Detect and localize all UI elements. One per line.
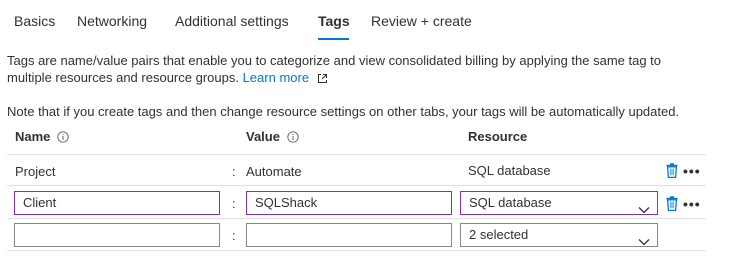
tags-description: Tags are name/value pairs that enable yo…: [7, 52, 697, 88]
delete-row-1-trash-icon[interactable]: [666, 196, 678, 216]
row-1-more-options-icon[interactable]: •••: [683, 197, 701, 211]
tags-page: Basics Networking Additional settings Ta…: [0, 0, 729, 268]
tab-additional-settings[interactable]: Additional settings: [175, 13, 289, 29]
row-0-more-options-icon[interactable]: •••: [683, 164, 701, 178]
row-1-resource-value: SQL database: [469, 195, 552, 210]
tab-bar: Basics Networking Additional settings Ta…: [0, 0, 729, 44]
row-1-name-input[interactable]: Client: [14, 191, 220, 215]
row-2-resource-select[interactable]: 2 selected: [460, 223, 658, 247]
row-1-divider: [7, 218, 706, 219]
learn-more-link[interactable]: Learn more: [243, 70, 309, 85]
header-divider: [7, 154, 706, 155]
row-1-separator: :: [232, 196, 236, 211]
tab-tags[interactable]: Tags: [318, 13, 350, 29]
external-link-icon[interactable]: [317, 71, 328, 88]
delete-row-0-trash-icon[interactable]: [666, 163, 678, 183]
row-2-value-input[interactable]: [246, 223, 452, 247]
column-header-resource: Resource: [468, 129, 528, 144]
column-header-name-label: Name: [15, 129, 51, 144]
active-tab-indicator: [318, 38, 349, 40]
row-2-separator: :: [232, 228, 236, 243]
description-text: Tags are name/value pairs that enable yo…: [7, 53, 662, 85]
info-icon[interactable]: [286, 131, 299, 146]
row-1-name-value: Client: [23, 195, 57, 210]
info-icon[interactable]: [57, 131, 69, 146]
row-2-name-input[interactable]: [14, 223, 220, 247]
row-1-value-text: SQLShack: [255, 195, 318, 210]
tab-review-create[interactable]: Review + create: [371, 13, 472, 29]
row-1-value-input[interactable]: SQLShack: [246, 191, 452, 215]
column-header-value-label: Value: [246, 129, 280, 144]
row-2-divider: [7, 250, 706, 251]
row-2-resource-value: 2 selected: [469, 227, 529, 242]
tab-networking[interactable]: Networking: [77, 13, 147, 29]
row-1-resource-select[interactable]: SQL database: [460, 191, 658, 215]
tab-basics[interactable]: Basics: [14, 13, 55, 29]
row-0-separator: :: [232, 164, 236, 179]
row-0-divider: [7, 185, 706, 186]
row-0-value: Automate: [246, 164, 302, 179]
row-0-resource: SQL database: [468, 163, 551, 178]
row-0-name: Project: [15, 164, 56, 179]
column-header-value: Value: [246, 129, 299, 146]
column-header-name: Name: [15, 129, 69, 146]
tags-note: Note that if you create tags and then ch…: [7, 104, 680, 119]
